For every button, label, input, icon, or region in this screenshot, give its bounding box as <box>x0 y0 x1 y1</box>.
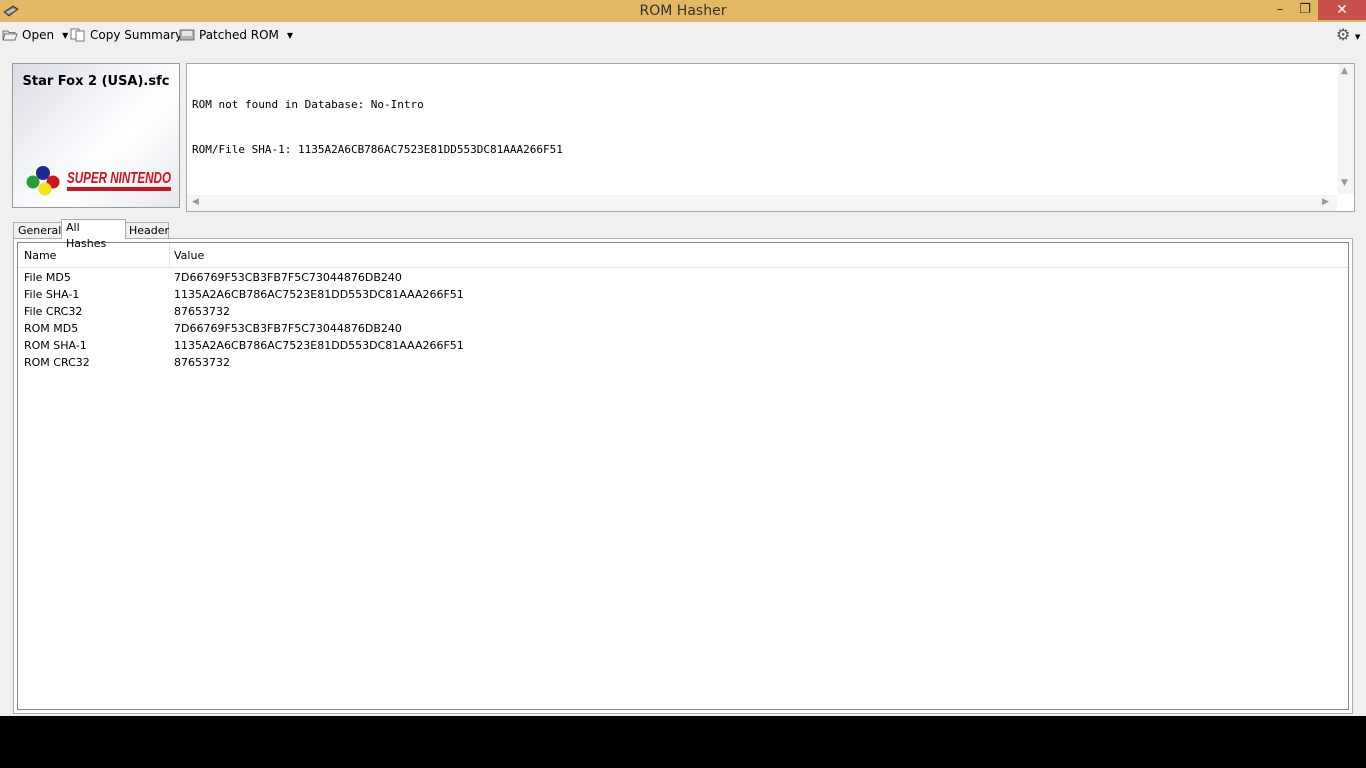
row-value: 1135A2A6CB786AC7523E81DD553DC81AAA266F51 <box>174 288 464 301</box>
horizontal-scrollbar[interactable]: ◀ ▶ <box>187 195 1337 211</box>
table-row[interactable]: ROM CRC32 87653732 <box>18 354 1348 371</box>
maximize-button[interactable]: ❐ <box>1292 0 1318 20</box>
title-bar[interactable]: ROM Hasher – ❐ ✕ <box>0 0 1366 22</box>
column-header-name[interactable]: Name <box>24 249 56 262</box>
row-value: 87653732 <box>174 305 230 318</box>
patched-rom-button[interactable]: Patched ROM ▼ <box>179 26 293 44</box>
copy-summary-button[interactable]: Copy Summary <box>70 26 182 44</box>
tab-all-hashes[interactable]: All Hashes <box>61 219 126 250</box>
vertical-scrollbar[interactable]: ▲ ▼ <box>1338 64 1354 194</box>
summary-line-2: ROM/File SHA-1: 1135A2A6CB786AC7523E81DD… <box>192 143 563 156</box>
rom-filename: Star Fox 2 (USA).sfc <box>22 74 170 89</box>
summary-textbox[interactable]: ROM not found in Database: No-Intro ROM/… <box>186 63 1355 212</box>
column-header-value[interactable]: Value <box>174 249 204 262</box>
column-divider[interactable] <box>169 243 170 267</box>
close-button[interactable]: ✕ <box>1318 0 1366 20</box>
settings-dropdown-arrow[interactable]: ▼ <box>1355 33 1360 41</box>
rom-info-box: Star Fox 2 (USA).sfc SUPER NINTENDO <box>12 63 180 208</box>
open-dropdown-arrow[interactable]: ▼ <box>62 31 68 40</box>
table-row[interactable]: ROM SHA-1 1135A2A6CB786AC7523E81DD553DC8… <box>18 337 1348 354</box>
patched-rom-label: Patched ROM <box>199 28 279 42</box>
row-name: ROM SHA-1 <box>24 339 87 352</box>
window-title: ROM Hasher <box>639 3 727 19</box>
scroll-left-arrow-icon[interactable]: ◀ <box>192 197 199 207</box>
open-folder-icon <box>2 30 18 41</box>
disk-icon <box>179 29 195 41</box>
summary-line-1: ROM not found in Database: No-Intro <box>192 98 424 111</box>
open-button[interactable]: Open ▼ <box>2 26 68 44</box>
table-row[interactable]: ROM MD5 7D66769F53CB3FB7F5C73044876DB240 <box>18 320 1348 337</box>
table-row[interactable]: File SHA-1 1135A2A6CB786AC7523E81DD553DC… <box>18 286 1348 303</box>
scroll-right-arrow-icon[interactable]: ▶ <box>1322 197 1329 207</box>
tab-header[interactable]: Header <box>124 222 169 239</box>
row-value: 7D66769F53CB3FB7F5C73044876DB240 <box>174 322 402 335</box>
svg-text:SUPER NINTENDO: SUPER NINTENDO <box>67 170 171 187</box>
summary-text: ROM not found in Database: No-Intro ROM/… <box>192 67 563 187</box>
scroll-down-arrow-icon[interactable]: ▼ <box>1341 178 1348 188</box>
scroll-up-arrow-icon[interactable]: ▲ <box>1341 66 1348 76</box>
super-nintendo-logo: SUPER NINTENDO <box>26 166 171 196</box>
tab-general[interactable]: General <box>13 222 63 239</box>
row-name: File SHA-1 <box>24 288 80 301</box>
toolbar: Open ▼ Copy Summary Patched ROM ▼ ⚙ ▼ <box>0 22 1366 47</box>
copy-summary-label: Copy Summary <box>90 28 183 42</box>
main-window: ROM Hasher – ❐ ✕ Open ▼ Copy Summary Pat… <box>0 0 1366 716</box>
row-value: 87653732 <box>174 356 230 369</box>
open-label: Open <box>22 28 55 42</box>
list-header: Name Value <box>18 243 1348 268</box>
row-name: File CRC32 <box>24 305 83 318</box>
copy-icon <box>70 28 85 42</box>
table-row[interactable]: File MD5 7D66769F53CB3FB7F5C73044876DB24… <box>18 269 1348 286</box>
row-name: File MD5 <box>24 271 71 284</box>
hash-list[interactable]: Name Value File MD5 7D66769F53CB3FB7F5C7… <box>17 242 1349 710</box>
tab-panel: Name Value File MD5 7D66769F53CB3FB7F5C7… <box>13 238 1353 714</box>
row-name: ROM MD5 <box>24 322 79 335</box>
patched-rom-dropdown-arrow[interactable]: ▼ <box>287 31 293 40</box>
row-name: ROM CRC32 <box>24 356 90 369</box>
row-value: 1135A2A6CB786AC7523E81DD553DC81AAA266F51 <box>174 339 464 352</box>
row-value: 7D66769F53CB3FB7F5C73044876DB240 <box>174 271 402 284</box>
minimize-button[interactable]: – <box>1267 0 1293 20</box>
table-row[interactable]: File CRC32 87653732 <box>18 303 1348 320</box>
settings-gear-icon[interactable]: ⚙ <box>1336 25 1350 44</box>
